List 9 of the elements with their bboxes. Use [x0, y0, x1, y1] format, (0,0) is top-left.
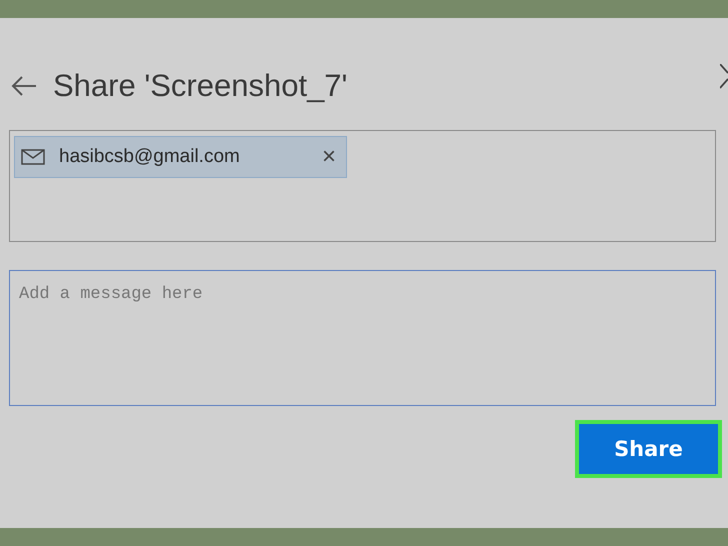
dialog-title: Share 'Screenshot_7'	[53, 68, 348, 104]
envelope-icon	[21, 149, 45, 165]
message-field[interactable]: Add a message here	[9, 270, 716, 406]
close-icon[interactable]	[720, 64, 728, 90]
share-button[interactable]: Share	[575, 420, 722, 478]
back-arrow-icon[interactable]	[11, 75, 37, 97]
recipient-email: hasibcsb@gmail.com	[59, 146, 241, 168]
remove-recipient-button[interactable]: ×	[322, 145, 336, 169]
recipients-field[interactable]: hasibcsb@gmail.com ×	[9, 130, 716, 242]
